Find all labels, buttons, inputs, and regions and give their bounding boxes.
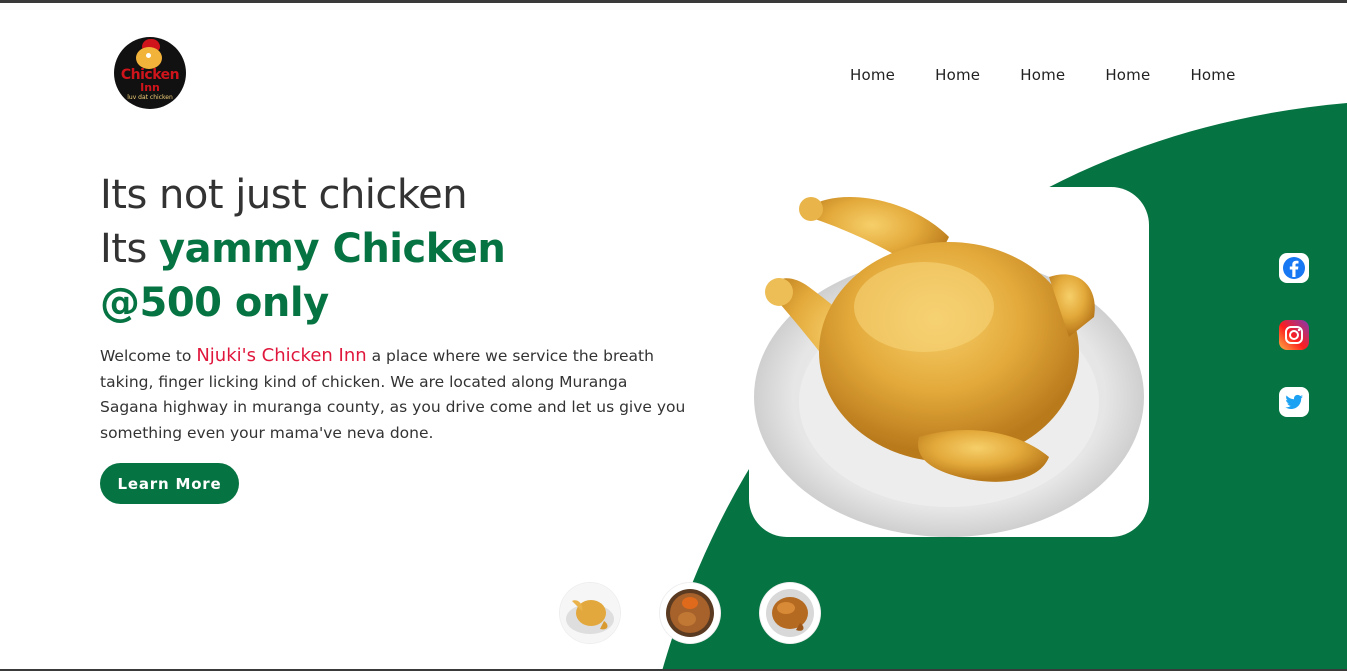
logo-tagline: luv dat chicken [127, 94, 173, 101]
nav-link-home-1[interactable]: Home [850, 66, 895, 84]
hero-headline: Its not just chicken [100, 172, 468, 218]
thumbnail-chicken-sauce[interactable] [660, 583, 720, 643]
desc-prefix: Welcome to [100, 347, 197, 365]
facebook-icon[interactable] [1279, 253, 1309, 283]
nav-link-home-2[interactable]: Home [935, 66, 980, 84]
nav-link-home-4[interactable]: Home [1105, 66, 1150, 84]
twitter-icon[interactable] [1279, 387, 1309, 417]
subheadline-accent: yammy Chicken [159, 226, 506, 272]
thumbnail-grilled-chicken[interactable] [760, 583, 820, 643]
brand-name: Njuki's Chicken Inn [196, 345, 367, 366]
rooster-eye [146, 53, 151, 58]
hero-image-card [749, 187, 1149, 537]
brand-logo[interactable]: Chicken Inn luv dat chicken [114, 37, 186, 109]
roast-chicken-thumb-icon [560, 583, 620, 643]
logo-text-inn: Inn [140, 81, 160, 94]
subheadline-prefix: Its [100, 226, 160, 272]
nav-link-home-3[interactable]: Home [1020, 66, 1065, 84]
price-accent: @500 only [100, 280, 329, 326]
instagram-icon[interactable] [1279, 320, 1309, 350]
chicken-sauce-thumb-icon [660, 583, 720, 643]
nav-link-home-5[interactable]: Home [1190, 66, 1235, 84]
roast-chicken-plate-icon [754, 197, 1144, 537]
main-nav: Home Home Home Home Home [850, 66, 1236, 84]
hero-subheadline: Its yammy Chicken @500 only [100, 222, 660, 330]
hero-description: Welcome to Njuki's Chicken Inn a place w… [100, 343, 690, 446]
rooster-head [136, 47, 162, 69]
grilled-chicken-thumb-icon [760, 583, 820, 643]
learn-more-button[interactable]: Learn More [100, 463, 239, 504]
thumbnail-roast-chicken[interactable] [560, 583, 620, 643]
